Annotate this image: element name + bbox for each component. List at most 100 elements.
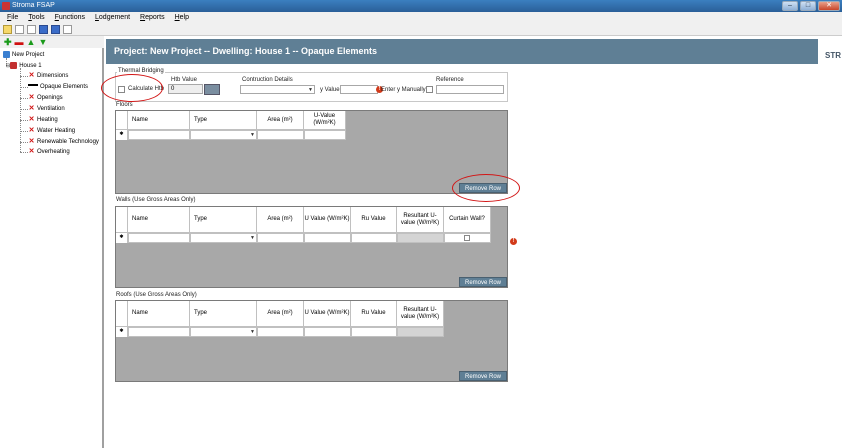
roofs-col-uvalue: U Value (W/m²K)	[304, 301, 351, 327]
tree-item-heating[interactable]: ✕ Heating	[28, 116, 58, 124]
new-row-marker[interactable]: ✱	[116, 233, 128, 243]
floors-label: Floors	[116, 102, 133, 108]
walls-label: Walls (Use Gross Areas Only)	[116, 197, 196, 203]
app-icon	[2, 2, 10, 10]
main-panel: Project: New Project -- Dwelling: House …	[101, 36, 842, 448]
maximize-button[interactable]: □	[800, 1, 816, 11]
reference-label: Reference	[436, 77, 464, 83]
floors-type-cell[interactable]: ▼	[190, 130, 257, 140]
error-x-icon: ✕	[28, 148, 35, 155]
roofs-type-cell[interactable]: ▼	[190, 327, 257, 337]
y-value-field[interactable]	[340, 85, 378, 94]
tree-item-opaque-elements[interactable]: Opaque Elements	[28, 83, 88, 91]
menu-bar: File Tools Functions Lodgement Reports H…	[0, 12, 842, 23]
save-all-icon[interactable]	[51, 24, 60, 34]
new-row-marker[interactable]: ✱	[116, 327, 128, 337]
roofs-label: Roofs (Use Gross Areas Only)	[116, 292, 197, 298]
floors-col-uvalue: U-Value (W/m²K)	[304, 111, 346, 130]
add-node-icon[interactable]: ✚	[4, 36, 12, 48]
remove-node-icon[interactable]: ▬	[15, 36, 24, 48]
page-header: Project: New Project -- Dwelling: House …	[106, 39, 842, 64]
save-icon[interactable]	[39, 24, 48, 34]
roofs-grid: Name Type Area (m²) U Value (W/m²K) Ru V…	[115, 300, 508, 382]
new-row-marker[interactable]: ✱	[116, 130, 128, 140]
document-icon[interactable]	[27, 24, 36, 34]
walls-col-ru: Ru Value	[351, 207, 397, 233]
menu-functions[interactable]: Functions	[55, 12, 85, 23]
open-file-icon[interactable]	[15, 24, 24, 34]
move-down-icon[interactable]: ▼	[38, 36, 47, 48]
enter-y-manually-checkbox[interactable]	[426, 86, 433, 93]
roofs-area-cell[interactable]	[257, 327, 304, 337]
walls-ru-cell[interactable]	[351, 233, 397, 243]
error-x-icon: ✕	[28, 138, 35, 145]
thermal-bridging-label: Thermal Bridging	[117, 68, 165, 74]
reference-field[interactable]	[436, 85, 504, 94]
roofs-ru-cell[interactable]	[351, 327, 397, 337]
curtain-wall-checkbox[interactable]	[464, 235, 470, 241]
minimize-button[interactable]: –	[782, 1, 798, 11]
walls-col-resultant: Resultant U-value (W/m²K)	[397, 207, 444, 233]
walls-name-cell[interactable]	[128, 233, 190, 243]
floors-col-type: Type	[190, 111, 257, 130]
roofs-col-name: Name	[128, 301, 190, 327]
htb-value-label: Htb Value	[171, 77, 197, 83]
menu-help[interactable]: Help	[175, 12, 189, 23]
tree-node-new-project[interactable]: New Project	[3, 51, 44, 59]
toolbar	[0, 23, 842, 36]
walls-type-cell[interactable]: ▼	[190, 233, 257, 243]
roofs-remove-row-button[interactable]: Remove Row	[459, 371, 507, 381]
roofs-col-ru: Ru Value	[351, 301, 397, 327]
floors-name-cell[interactable]	[128, 130, 190, 140]
floors-grid: Name Type Area (m²) U-Value (W/m²K) ✱ ▼ …	[115, 110, 508, 194]
menu-reports[interactable]: Reports	[140, 12, 165, 23]
annotation-circle	[101, 74, 163, 102]
title-bar: Stroma FSAP – □ ✕	[0, 0, 842, 12]
htb-value-field[interactable]: 0	[168, 84, 203, 94]
tree-item-overheating[interactable]: ✕ Overheating	[28, 148, 70, 156]
construction-details-label: Contruction Details	[242, 77, 293, 83]
house-icon	[10, 62, 18, 69]
htb-calc-button[interactable]	[204, 84, 220, 95]
chevron-down-icon: ▼	[250, 132, 255, 138]
row-header-corner	[116, 301, 128, 327]
error-x-icon: ✕	[28, 127, 35, 134]
walls-grid: Name Type Area (m²) U Value (W/m²K) Ru V…	[115, 206, 508, 288]
menu-tools[interactable]: Tools	[28, 12, 44, 23]
project-icon	[3, 51, 10, 58]
tree-item-dimensions[interactable]: ✕ Dimensions	[28, 72, 68, 80]
walls-remove-row-button[interactable]: Remove Row	[459, 277, 507, 287]
construction-details-select[interactable]: ▼	[240, 85, 315, 94]
floors-area-cell[interactable]	[257, 130, 304, 140]
tree-item-water-heating[interactable]: ✕ Water Heating	[28, 127, 75, 135]
new-file-icon[interactable]	[3, 24, 12, 34]
walls-area-cell[interactable]	[257, 233, 304, 243]
walls-col-uvalue: U Value (W/m²K)	[304, 207, 351, 233]
floors-uvalue-cell[interactable]	[304, 130, 346, 140]
walls-col-area: Area (m²)	[257, 207, 304, 233]
move-up-icon[interactable]: ▲	[27, 36, 36, 48]
walls-uvalue-cell[interactable]	[304, 233, 351, 243]
tree-node-house[interactable]: ⊟ House 1	[6, 62, 42, 70]
chevron-down-icon: ▼	[250, 235, 255, 241]
window-title: Stroma FSAP	[12, 2, 55, 9]
roofs-uvalue-cell[interactable]	[304, 327, 351, 337]
menu-file[interactable]: File	[7, 12, 18, 23]
page-title: Project: New Project -- Dwelling: House …	[114, 46, 378, 56]
menu-lodgement[interactable]: Lodgement	[95, 12, 130, 23]
roofs-name-cell[interactable]	[128, 327, 190, 337]
close-button[interactable]: ✕	[818, 1, 840, 11]
tree-toolbar: ✚ ▬ ▲ ▼	[0, 36, 104, 48]
tree-item-ventilation[interactable]: ✕ Ventilation	[28, 105, 65, 113]
annotation-circle	[452, 174, 520, 202]
row-header-corner	[116, 207, 128, 233]
error-x-icon: ✕	[28, 105, 35, 112]
roofs-col-resultant: Resultant U-value (W/m²K)	[397, 301, 444, 327]
tree-item-openings[interactable]: ✕ Openings	[28, 94, 63, 102]
enter-y-manually-label: Enter y Manually	[381, 87, 426, 93]
roofs-col-area: Area (m²)	[257, 301, 304, 327]
arrow-icon	[28, 84, 38, 88]
walls-curtain-cell[interactable]	[444, 233, 491, 243]
grid-icon[interactable]	[63, 24, 72, 34]
tree-item-renewable-technology[interactable]: ✕ Renewable Technology	[28, 138, 99, 146]
